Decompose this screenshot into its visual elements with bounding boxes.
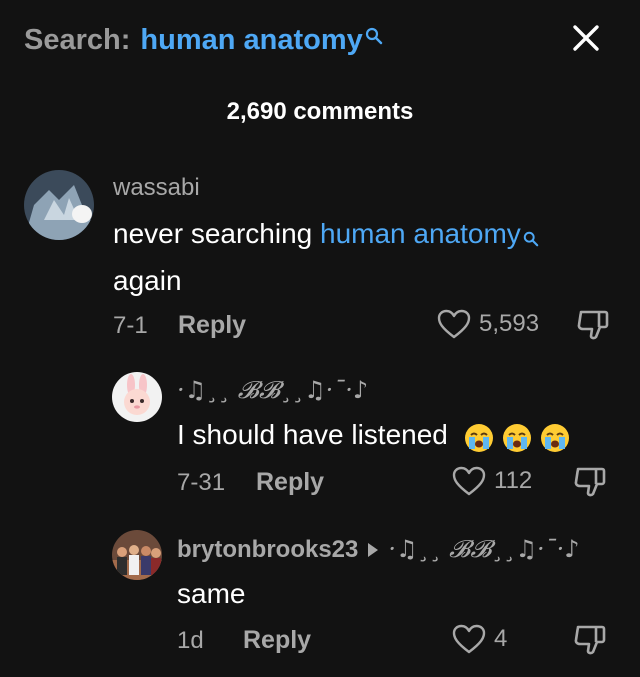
reply-button[interactable]: Reply [256, 468, 324, 497]
loudly-crying-face-icon [540, 422, 570, 452]
comment-text-part: again [113, 265, 182, 296]
comment-date: 7-1 [113, 312, 148, 339]
loudly-crying-face-icon [464, 422, 494, 452]
like-button[interactable]: 4 [452, 624, 507, 654]
comment-username-line: brytonbrooks23 ·♫¸¸ 𝓑𝓑¸¸♫·¯·♪ [177, 535, 580, 564]
heart-icon [452, 466, 486, 496]
like-button[interactable]: 5,593 [437, 309, 539, 339]
reply-button[interactable]: Reply [178, 311, 246, 340]
comment-username[interactable]: ·♫¸¸ 𝓑𝓑¸¸♫·¯·♪ [177, 376, 368, 404]
comment-date: 1d [177, 627, 204, 654]
comment-text: I should have listened [177, 413, 570, 456]
search-prefix-label: Search: [24, 23, 131, 56]
dislike-icon[interactable] [572, 466, 606, 503]
heart-icon [452, 624, 486, 654]
dislike-icon[interactable] [575, 309, 609, 346]
comment-text-part: I should have listened [177, 419, 448, 450]
like-count: 112 [494, 467, 533, 494]
like-count: 5,593 [479, 310, 540, 337]
close-icon[interactable] [568, 20, 604, 56]
search-header: Search: human anatomy [24, 20, 616, 60]
comment-text: never searching human anatomy again [113, 212, 539, 302]
like-button[interactable]: 112 [452, 466, 532, 496]
comment-username[interactable]: brytonbrooks23 [177, 536, 358, 563]
avatar[interactable] [24, 170, 94, 240]
comment-text-part: never searching [113, 218, 321, 249]
reply-button[interactable]: Reply [243, 626, 311, 655]
loudly-crying-face-icon [502, 422, 532, 452]
search-term-link[interactable]: human anatomy [320, 218, 521, 249]
comment-username[interactable]: wassabi [113, 174, 200, 202]
avatar[interactable] [112, 372, 162, 422]
reply-arrow-icon [368, 542, 379, 557]
reply-to-username[interactable]: ·♫¸¸ 𝓑𝓑¸¸♫·¯·♪ [388, 535, 579, 563]
avatar[interactable] [112, 530, 162, 580]
like-count: 4 [494, 625, 508, 652]
comment-text: same [177, 578, 246, 609]
comment-date: 7-31 [177, 469, 226, 496]
search-icon[interactable] [523, 216, 539, 259]
search-term-link[interactable]: human anatomy [140, 24, 362, 57]
search-icon[interactable] [365, 27, 383, 50]
heart-icon [437, 309, 471, 339]
comment-count: 2,690 comments [226, 98, 414, 125]
dislike-icon[interactable] [572, 624, 606, 661]
